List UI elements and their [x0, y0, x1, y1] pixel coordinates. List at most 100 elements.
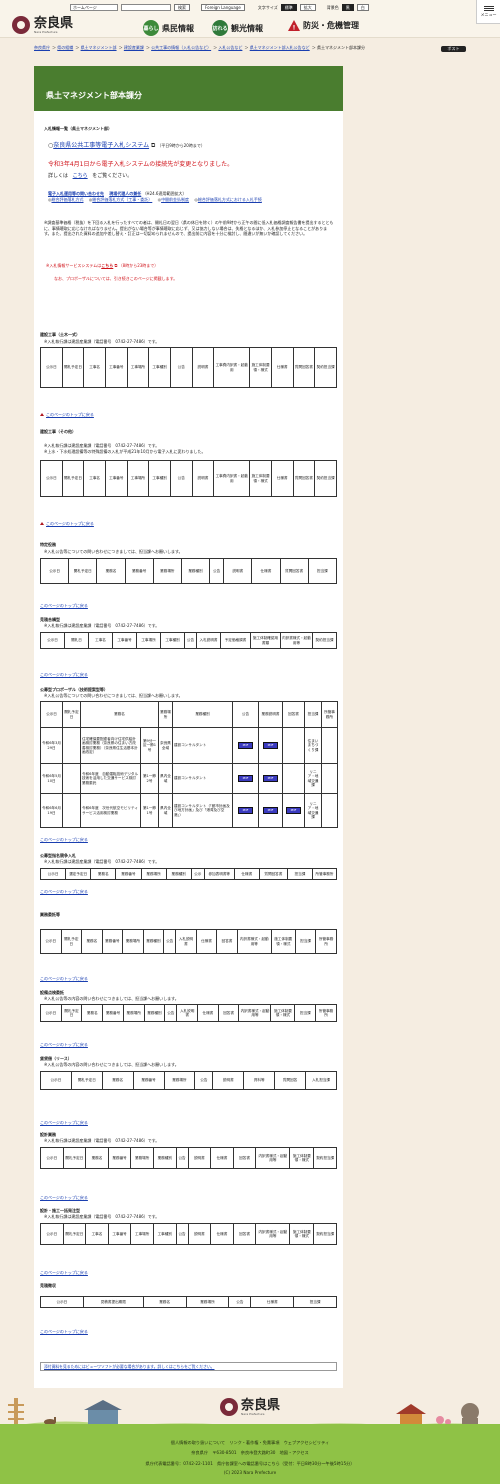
breadcrumb-item[interactable]: 奈良県庁 [34, 45, 50, 50]
e-bid-system-link[interactable]: 奈良県公共工事等電子入札システム [53, 142, 149, 149]
back-to-top-text[interactable]: このページのトップに戻る [40, 837, 88, 842]
back-to-top-link[interactable]: このページのトップに戻る [40, 1120, 88, 1126]
section-note: ※入札執行課は建設産業課（電話番号 0742-27-7486）です。 [44, 1138, 160, 1143]
notice-pdf-button[interactable]: PDF [238, 775, 253, 782]
inquiry-link[interactable]: 電子入札運用等の問い合わせ先 [48, 191, 104, 196]
bid-procedure-link[interactable]: 総合評価落札方式における入札手続 [198, 197, 262, 202]
font-standard-button[interactable]: 標準 [280, 4, 297, 11]
bid-info-link[interactable]: こちら [101, 263, 113, 268]
breadcrumb-item[interactable]: 県土マネジメント部入札公告など [250, 45, 310, 50]
breadcrumb-item[interactable]: 建設産業課 [124, 45, 144, 50]
search-scope-select[interactable]: ホームページ [70, 4, 118, 11]
back-to-top-text[interactable]: このページのトップに戻る [40, 1120, 88, 1125]
table-civil: 公示日 開札予定日 工事名 工事番号 工事場所 工事種別 公告 説明書 工事費内… [40, 347, 337, 388]
table-header: 回答書 [217, 1004, 240, 1022]
table-header: 開札予定日 [68, 558, 98, 584]
table-header: 業務番号 [102, 1004, 124, 1022]
table-header: 内訳書様式・起動用等 [255, 1147, 291, 1169]
back-to-top-link[interactable]: このページのトップに戻る [40, 412, 94, 418]
back-to-top-text[interactable]: このページのトップに戻る [40, 1329, 88, 1334]
back-to-top-link[interactable]: このページのトップに戻る [40, 1270, 88, 1276]
table-header: 工事番号 [107, 1223, 132, 1245]
site-agent-link[interactable]: 現場代理人の兼任 [109, 191, 141, 196]
back-to-top-link[interactable]: このページのトップに戻る [40, 672, 88, 678]
back-to-top-link[interactable]: このページのトップに戻る [40, 976, 88, 982]
notice-pdf-button[interactable]: PDF [238, 807, 253, 814]
comprehensive-eval-link2[interactable]: 総合評価落札方式（工事・委託） [92, 197, 152, 202]
back-to-top-text[interactable]: このページのトップに戻る [40, 603, 88, 608]
manual-pdf-button[interactable]: PDF [263, 775, 278, 782]
back-to-top-text[interactable]: このページのトップに戻る [46, 521, 94, 526]
back-to-top-text[interactable]: このページのトップに戻る [40, 976, 88, 981]
table-header: 仕様書 [251, 558, 281, 584]
answer-pdf-button[interactable]: PDF [286, 807, 301, 814]
site-logo[interactable]: 奈良県 Nara Prefecture [12, 16, 73, 34]
table-header: 業務名 [85, 1147, 109, 1169]
back-to-top-link[interactable]: このページのトップに戻る [40, 603, 88, 609]
notice-pdf-button[interactable]: PDF [238, 742, 253, 749]
table-header: 公示日 [40, 1296, 84, 1308]
table-header: 説明書 [187, 1223, 212, 1245]
section-note2: ※上水・下水処理設備等の特殊設備の入札が平成21年10月から電子入札に変わりまし… [44, 449, 206, 454]
breadcrumb-item[interactable]: 入札公告など [218, 45, 242, 50]
search-button[interactable]: 検索 [174, 4, 190, 11]
section-note: ※入札執行課は建設産業課（電話番号 0742-27-7486）です。 [44, 1214, 160, 1219]
back-to-top-text[interactable]: このページのトップに戻る [40, 889, 88, 894]
bid-info-text: 入札情報サービスシステムは [49, 263, 102, 268]
back-to-top-link[interactable]: このページのトップに戻る [40, 521, 94, 527]
manual-pdf-button[interactable]: PDF [263, 742, 278, 749]
table-header: 質問回答書 [292, 460, 316, 497]
footer-links[interactable]: 個人情報の取り扱いについて リンク・著作権・免責事項 ウェブアクセシビリティ [0, 1440, 500, 1446]
table-header: 業務場所 [122, 929, 144, 954]
intro-heading: 入札情報一覧（県土マネジメント部） [44, 126, 112, 131]
back-to-top-text[interactable]: このページのトップに戻る [40, 672, 88, 677]
manual-pdf-button[interactable]: PDF [263, 807, 278, 814]
table-header: 仕様書 [210, 1223, 234, 1245]
table-header: 工事番号 [112, 632, 137, 649]
font-large-button[interactable]: 拡大 [299, 4, 316, 11]
table-header: 業務名 [142, 1296, 187, 1308]
nav-tourism[interactable]: 訪れる 観光情報 [212, 20, 263, 36]
table-header: 業務場所 [163, 1071, 196, 1090]
table-header: 施工体制要領・様式 [289, 1223, 315, 1245]
table-header: 説明書 [187, 1147, 212, 1169]
back-to-top-link[interactable]: このページのトップに戻る [40, 1042, 88, 1048]
breadcrumb-item[interactable]: 公共工事の情報（入札公告など） [151, 45, 211, 50]
back-to-top-link[interactable]: このページのトップに戻る [40, 837, 88, 843]
back-to-top-link[interactable]: このページのトップに戻る [40, 1329, 88, 1335]
back-to-top-link[interactable]: このページのトップに戻る [40, 1195, 88, 1201]
back-to-top-text[interactable]: このページのトップに戻る [46, 412, 94, 417]
table-header: 仕様書 [233, 868, 260, 880]
notice-detail-link[interactable]: こちら [73, 173, 88, 179]
table-header: 内訳書様式・起動用等 [238, 1004, 272, 1022]
search-input[interactable] [121, 4, 171, 11]
comprehensive-eval-link[interactable]: 総合評価落札方式 [52, 197, 84, 202]
back-to-top-link[interactable]: このページのトップに戻る [40, 889, 88, 895]
table-header: 業務種別 [172, 701, 233, 728]
nav-citizen[interactable]: 暮らし 県民情報 [143, 20, 194, 36]
table-header: 工事番号 [104, 460, 128, 497]
bg-black-button[interactable]: 黒 [341, 4, 354, 11]
bg-white-button[interactable]: 白 [356, 4, 369, 11]
footer-logo[interactable]: 奈良県 Nara Prefecture [220, 1398, 280, 1416]
bid-info-hours: （8時から23時まで） [118, 263, 159, 268]
back-to-top-text[interactable]: このページのトップに戻る [40, 1270, 88, 1275]
back-to-top-text[interactable]: このページのトップに戻る [40, 1042, 88, 1047]
advance-payment-link[interactable]: 中間前金払制度 [161, 197, 189, 202]
back-to-top-text[interactable]: このページのトップに戻る [40, 1195, 88, 1200]
table-header: 回答書 [216, 929, 238, 954]
nav-disaster-label: 防災・危機管理 [303, 21, 359, 30]
viewer-notice-link[interactable]: 添付資料を見るためにはビューワソフトが必要な場合があります。詳しくはこちらをご覧… [44, 1364, 214, 1369]
nav-disaster[interactable]: ! 防災・危機管理 [288, 20, 359, 31]
table-row: 令和6年6月19日 令和6年度 次世代航空モビリティサービス活用検討業務 第1一… [40, 793, 338, 828]
site-footer: 奈良県 Nara Prefecture 個人情報の取り扱いについて リンク・著作… [0, 1390, 500, 1484]
table-header: 質問回答書 [258, 868, 288, 880]
notice-detail-text: 詳しくは [48, 173, 69, 179]
breadcrumb-item[interactable]: 県土マネジメント部 [81, 45, 117, 50]
menu-button[interactable]: メニュー [476, 0, 500, 24]
post-share-button[interactable]: ポスト [441, 46, 466, 52]
table-row: 令和6年3月29日 住宅確保要配慮者向け住宅供給計画検討業務（奈良県の住まい方改… [40, 727, 338, 764]
foreign-language-button[interactable]: Foreign Language [201, 4, 245, 11]
breadcrumb-item[interactable]: 県の組織 [57, 45, 73, 50]
table-header: 説明書 [223, 558, 253, 584]
